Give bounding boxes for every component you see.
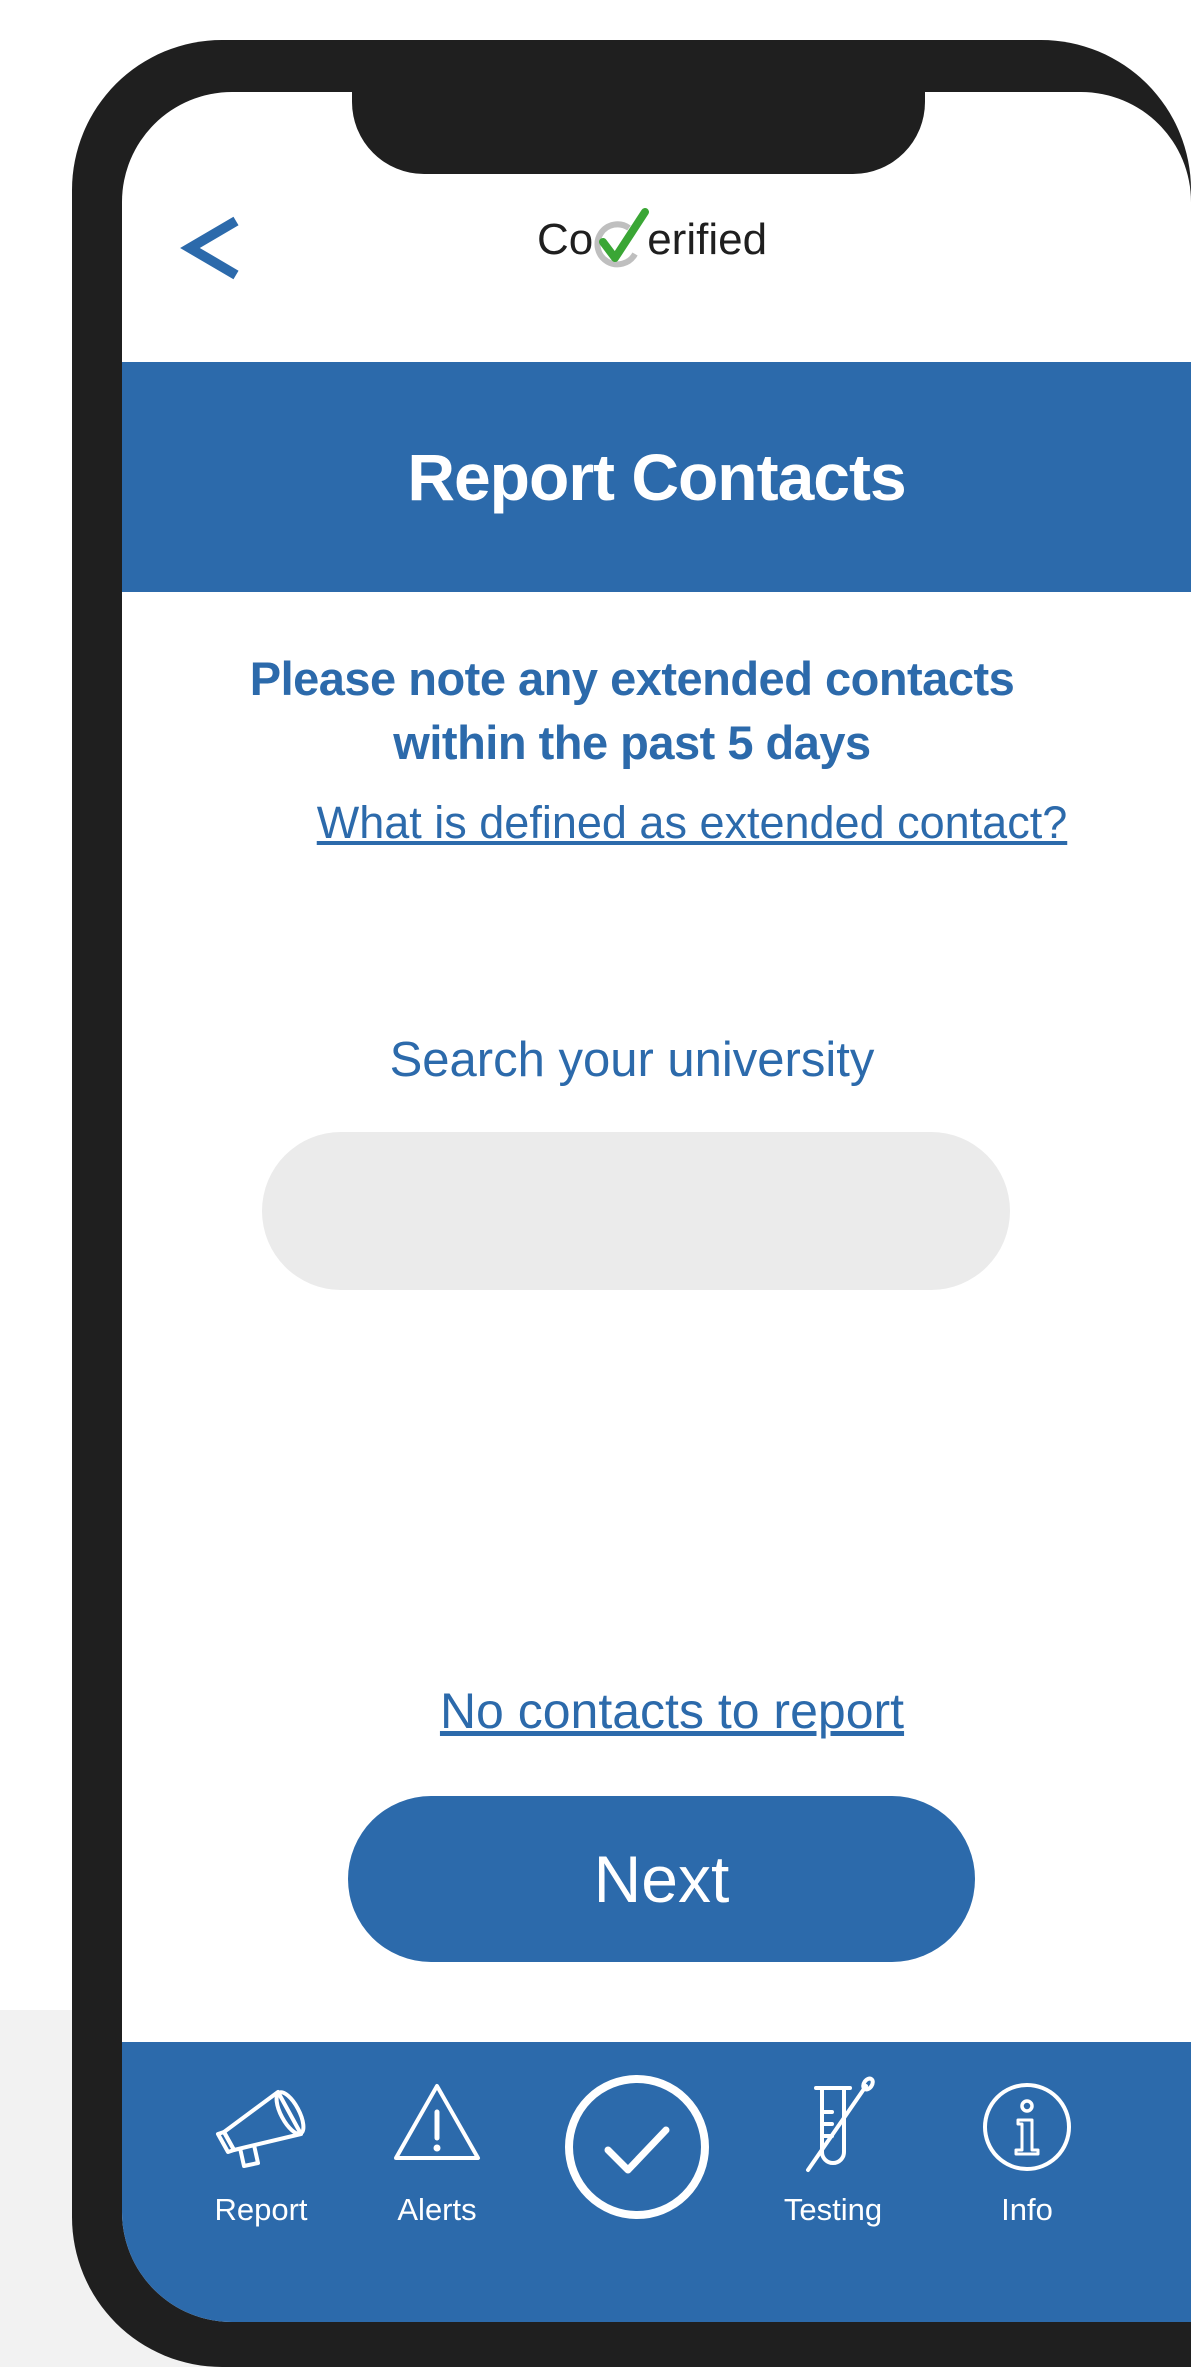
tab-label: Info (1001, 2192, 1053, 2227)
bottom-tab-bar: Report Alerts Testing Info (122, 2042, 1191, 2322)
note-line-1: Please note any extended contacts (249, 652, 1015, 705)
tab-label: Testing (783, 2192, 883, 2227)
note-line-2: within the past 5 days (393, 716, 871, 769)
contact-note: Please note any extended contacts within… (182, 647, 1082, 775)
header-banner: Report Contacts (122, 362, 1191, 592)
tab-label: Report (214, 2192, 308, 2227)
check-logo-icon (589, 204, 651, 276)
no-contacts-link[interactable]: No contacts to report (262, 1682, 1082, 1740)
phone-notch (352, 92, 925, 174)
back-button[interactable] (178, 208, 248, 288)
tab-testing[interactable]: Testing (748, 2072, 918, 2272)
info-icon (983, 2083, 1071, 2171)
brand-logo: Co erified (502, 200, 802, 280)
check-circle-icon (565, 2075, 709, 2219)
chevron-left-icon (180, 216, 239, 280)
page-title: Report Contacts (407, 440, 906, 514)
brand-suffix: erified (647, 215, 768, 264)
phone-frame: Co erified Report Contacts Please note a… (72, 40, 1191, 2367)
tab-label: Alerts (397, 2192, 477, 2227)
megaphone-icon (216, 2090, 306, 2168)
extended-contact-definition-link[interactable]: What is defined as extended contact? (182, 797, 1191, 849)
app-screen: Co erified Report Contacts Please note a… (122, 92, 1191, 2322)
university-search-input[interactable] (262, 1132, 1010, 1290)
next-button[interactable]: Next (348, 1796, 975, 1962)
tab-alerts[interactable]: Alerts (352, 2072, 522, 2272)
tab-report[interactable]: Report (176, 2072, 346, 2272)
test-tube-icon (806, 2076, 875, 2172)
tab-info[interactable]: Info (942, 2072, 1112, 2272)
tab-home-verify[interactable] (562, 2072, 712, 2222)
warning-icon (394, 2084, 480, 2160)
brand-prefix: Co (536, 215, 594, 264)
search-label: Search your university (389, 1033, 875, 1087)
